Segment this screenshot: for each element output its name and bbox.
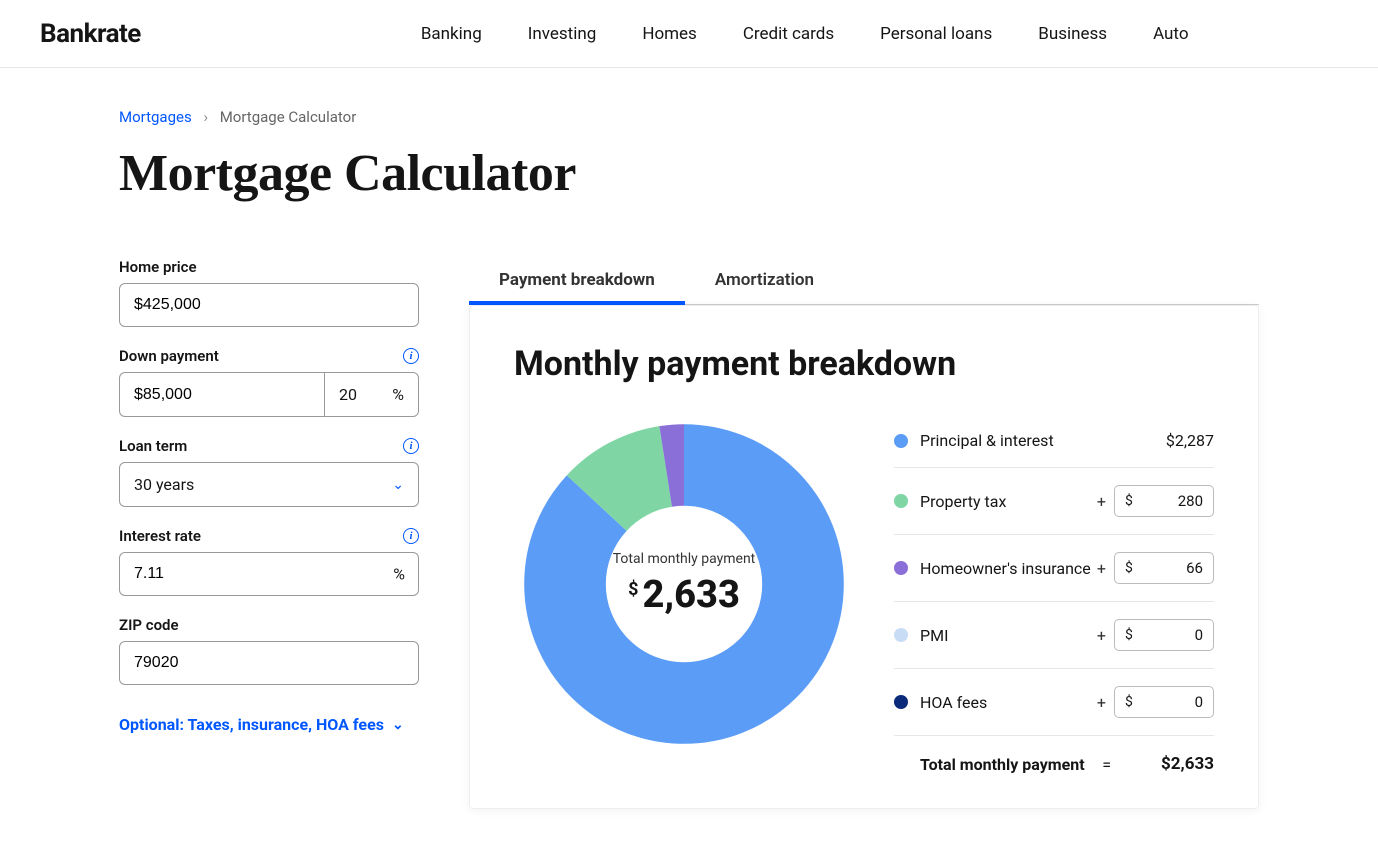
down-payment-label: Down payment [119,347,219,365]
info-icon[interactable]: i [403,528,419,544]
brand-logo[interactable]: Bankrate [40,19,141,49]
interest-rate-label: Interest rate [119,527,201,545]
dollar-icon: $ [1125,560,1133,576]
amount-value: $2,287 [1166,431,1214,450]
legend-label: PMI [920,626,948,645]
zip-label: ZIP code [119,616,179,634]
loan-term-label: Loan term [119,437,187,455]
nav-investing[interactable]: Investing [528,24,597,44]
tabs: Payment breakdown Amortization [469,258,1259,305]
equals-icon: = [1102,755,1111,774]
nav-credit-cards[interactable]: Credit cards [743,24,834,44]
info-icon[interactable]: i [403,438,419,454]
legend-row: Homeowner's insurance + $66 [894,535,1214,602]
tab-amortization[interactable]: Amortization [685,258,844,304]
percent-suffix: % [393,565,405,584]
top-nav: Bankrate Banking Investing Homes Credit … [0,0,1378,68]
nav-banking[interactable]: Banking [421,24,482,44]
nav-auto[interactable]: Auto [1153,24,1188,44]
breakdown-card: Monthly payment breakdown Total monthly … [469,305,1259,809]
legend-label: Homeowner's insurance [920,559,1091,578]
home-price-label: Home price [119,258,197,276]
dollar-icon: $ [1125,493,1133,509]
amount-input[interactable]: $66 [1114,552,1214,584]
breadcrumb-separator: › [203,108,208,126]
down-payment-pct-value: 20 [339,385,357,404]
amount-value: 0 [1195,693,1203,711]
amount-value: 66 [1186,559,1203,577]
info-icon[interactable]: i [403,348,419,364]
dollar-icon: $ [1125,627,1133,643]
nav-homes[interactable]: Homes [642,24,697,44]
home-price-input[interactable] [119,283,419,327]
plus-icon: + [1097,559,1106,578]
total-label: Total monthly payment [920,755,1085,774]
nav-links: Banking Investing Homes Credit cards Per… [421,24,1189,44]
down-payment-pct-input[interactable]: 20 % [324,372,419,417]
nav-business[interactable]: Business [1038,24,1107,44]
plus-icon: + [1097,693,1106,712]
legend-row: PMI + $0 [894,602,1214,669]
down-payment-input[interactable] [119,372,324,417]
amount-value: 0 [1195,626,1203,644]
plus-icon: + [1097,492,1106,511]
breadcrumb-current: Mortgage Calculator [220,108,357,126]
donut-center-label: Total monthly payment [613,551,756,567]
donut-center-value: $2,633 [613,573,756,617]
optional-fees-toggle[interactable]: Optional: Taxes, insurance, HOA fees ⌄ [119,715,419,734]
optional-fees-label: Optional: Taxes, insurance, HOA fees [119,715,384,734]
legend-label: HOA fees [920,693,987,712]
legend-label: Principal & interest [920,431,1054,450]
loan-term-select[interactable]: 30 years ⌄ [119,462,419,507]
amount-input[interactable]: $280 [1114,485,1214,517]
breadcrumb-parent[interactable]: Mortgages [119,108,192,126]
interest-rate-input[interactable] [119,552,419,596]
breakdown-heading: Monthly payment breakdown [514,344,1214,384]
results-panel: Payment breakdown Amortization Monthly p… [469,258,1259,809]
legend-row: HOA fees + $0 [894,669,1214,736]
legend-dot [894,695,908,709]
legend-dot [894,628,908,642]
legend-dot [894,434,908,448]
zip-input[interactable] [119,641,419,685]
nav-personal-loans[interactable]: Personal loans [880,24,992,44]
percent-suffix: % [392,385,404,404]
chevron-down-icon: ⌄ [392,717,404,733]
legend-label: Property tax [920,492,1006,511]
legend: Principal & interest $2,287 Property tax + $… [894,414,1214,778]
page-title: Mortgage Calculator [119,144,1259,203]
legend-dot [894,494,908,508]
tab-payment-breakdown[interactable]: Payment breakdown [469,258,685,304]
breadcrumb: Mortgages › Mortgage Calculator [119,108,1259,126]
amount-input[interactable]: $0 [1114,686,1214,718]
legend-row: Principal & interest $2,287 [894,414,1214,468]
plus-icon: + [1097,626,1106,645]
dollar-icon: $ [1125,694,1133,710]
calculator-form: Home price Down payment i 20 % [119,258,419,734]
total-value: $2,633 [1161,754,1214,774]
amount-value: 280 [1178,492,1203,510]
loan-term-value: 30 years [134,475,194,494]
chevron-down-icon: ⌄ [392,477,404,493]
donut-chart: Total monthly payment $2,633 [514,414,854,754]
legend-row: Property tax + $280 [894,468,1214,535]
amount-input[interactable]: $0 [1114,619,1214,651]
legend-total-row: Total monthly payment = $2,633 [894,736,1214,778]
legend-dot [894,561,908,575]
